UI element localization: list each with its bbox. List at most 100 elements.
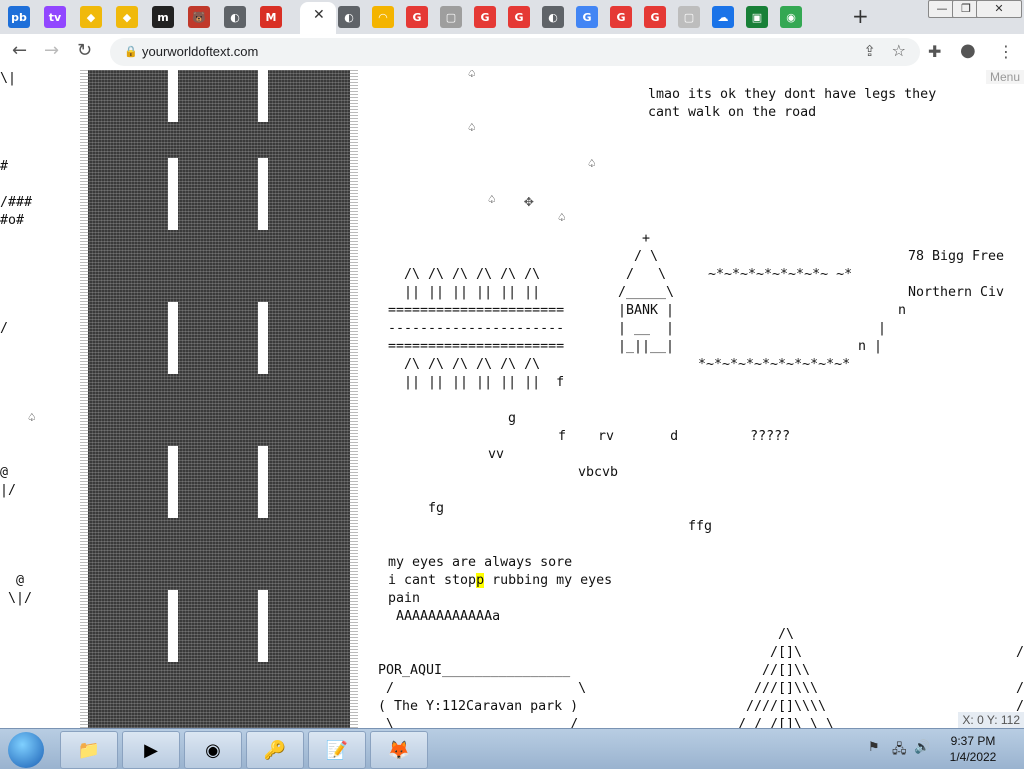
tent-art: /\ /[]\ //[]\\ ///[]\\\ ////[]\\\\ / / /… <box>738 627 835 728</box>
ascii-left-7: @ \|/ <box>8 573 33 606</box>
tab-favicon-16[interactable]: G <box>610 6 632 28</box>
ascii-left-6: @ |/ <box>0 465 17 498</box>
lane-marking <box>258 158 268 230</box>
clock[interactable]: 9:37 PM 1/4/2022 <box>938 733 1008 765</box>
tab-favicon-3[interactable]: ◆ <box>116 6 138 28</box>
ascii-left-2: # <box>0 159 9 174</box>
tab-favicon-18[interactable]: ▢ <box>678 6 700 28</box>
bar-mark: | <box>878 321 887 336</box>
lane-marking <box>258 446 268 518</box>
world-canvas[interactable]: \| # /### #o# / ♤ @ |/ @ \|/ ♤ ♤ ♤ ♤ ♤ ✥… <box>0 70 1024 728</box>
tab-favicon-14[interactable]: ◐ <box>542 6 564 28</box>
move-cursor-icon: ✥ <box>524 191 534 210</box>
close-tab-icon[interactable]: ✕ <box>313 7 325 23</box>
lmao-text: lmao its ok they dont have legs they can… <box>648 87 937 120</box>
spade-3: ♤ <box>588 157 597 172</box>
n-mark-1: n <box>898 303 907 318</box>
tab-favicon-0[interactable]: pb <box>8 6 30 28</box>
browser-toolbar: ← → ↻ 🔒 yourworldoftext.com ⇪ ☆ ✚ ● ⋮ <box>0 34 1024 71</box>
start-button[interactable] <box>8 732 44 768</box>
f-rv-text: f rv d ????? <box>558 429 791 444</box>
bank-building: + / \ / \ /_____\ |BANK | | __ | |_||__| <box>618 231 675 354</box>
eyes-line-2a: i cant stop <box>388 573 477 588</box>
lane-marking <box>168 158 178 230</box>
g-text: g <box>508 411 517 426</box>
road-edge-right <box>350 70 358 728</box>
ascii-left-3: /### #o# <box>0 195 33 228</box>
tab-favicon-19[interactable]: ☁ <box>712 6 734 28</box>
tilde-border-top: ~*~*~*~*~*~*~*~ ~* <box>708 267 853 282</box>
taskbar-app-3[interactable]: 🔑 <box>246 731 304 769</box>
taskbar-app-4[interactable]: 📝 <box>308 731 366 769</box>
lane-marking <box>168 302 178 374</box>
profile-avatar-icon[interactable]: ● <box>960 40 976 61</box>
road-art <box>80 70 358 728</box>
lane-marking <box>168 446 178 518</box>
tab-favicon-15[interactable]: G <box>576 6 598 28</box>
tab-favicon-20[interactable]: ▣ <box>746 6 768 28</box>
tab-favicon-21[interactable]: ◉ <box>780 6 802 28</box>
bigg-text: 78 Bigg Free Northern Civ <box>908 249 1005 300</box>
share-icon[interactable]: ⇪ <box>863 42 876 60</box>
tab-favicon-4[interactable]: m <box>152 6 174 28</box>
lane-marking <box>258 70 268 122</box>
eyes-line-1: my eyes are always sore <box>388 555 573 570</box>
eyes-line-2: i cant stopp rubbing my eyes <box>388 572 612 590</box>
ascii-left-4: / <box>0 321 9 336</box>
menu-dots-icon[interactable]: ⋮ <box>998 42 1014 61</box>
taskbar-app-0[interactable]: 📁 <box>60 731 118 769</box>
clock-time: 9:37 PM <box>950 734 996 748</box>
fg-text: fg <box>428 501 445 516</box>
tab-favicon-13[interactable]: G <box>508 6 530 28</box>
lane-marking <box>258 302 268 374</box>
tab-strip: pb tv ◆ ◆ m 🐻 ◐ M ◐ ◠ G ▢ G G ◐ G G G ▢ ☁ ▣ ◉ ✕ + — ❐ ✕ <box>0 0 1024 34</box>
flag-icon[interactable]: ⚑ <box>868 740 880 755</box>
reload-icon[interactable]: ↻ <box>77 40 92 61</box>
ascii-left-1: \| <box>0 71 17 86</box>
spade-2: ♤ <box>468 121 477 136</box>
cursor-highlight: p <box>476 573 485 588</box>
ffg-text: ffg <box>688 519 713 534</box>
lane-marking <box>168 70 178 122</box>
address-bar[interactable]: 🔒 yourworldoftext.com ⇪ ☆ <box>110 38 920 66</box>
lane-marking <box>258 590 268 662</box>
tab-favicon-17[interactable]: G <box>644 6 666 28</box>
extensions-icon[interactable]: ✚ <box>928 42 941 61</box>
tilde-border-bottom: *~*~*~*~*~*~*~*~*~* <box>698 357 851 372</box>
vbcvb-text: vbcvb <box>578 465 619 480</box>
tab-favicon-6[interactable]: ◐ <box>224 6 246 28</box>
n-mark-2: n | <box>858 339 883 354</box>
tab-favicon-8[interactable]: ◐ <box>338 6 360 28</box>
spade-1: ♤ <box>468 70 477 82</box>
volume-icon[interactable]: 🔊 <box>914 740 930 755</box>
back-icon[interactable]: ← <box>12 40 27 61</box>
coordinates-readout: X: 0 Y: 112 <box>958 712 1024 728</box>
new-tab-button[interactable]: + <box>852 4 869 28</box>
tab-favicon-1[interactable]: tv <box>44 6 66 28</box>
taskbar-app-2[interactable]: ◉ <box>184 731 242 769</box>
tab-favicon-10[interactable]: G <box>406 6 428 28</box>
menu-button[interactable]: Menu <box>985 70 1024 84</box>
ascii-left-5: ♤ <box>28 411 37 426</box>
rail-track: /\ /\ /\ /\ /\ /\ || || || || || || ====… <box>388 267 565 390</box>
network-icon[interactable]: 🖧 <box>892 740 907 762</box>
taskbar-app-1[interactable]: ▶ <box>122 731 180 769</box>
tab-favicon-9[interactable]: ◠ <box>372 6 394 28</box>
tab-favicon-5[interactable]: 🐻 <box>188 6 210 28</box>
right-edge-art: / / / <box>1016 645 1024 714</box>
tab-favicon-2[interactable]: ◆ <box>80 6 102 28</box>
clock-date: 1/4/2022 <box>949 750 997 764</box>
taskbar-app-5[interactable]: 🦊 <box>370 731 428 769</box>
forward-icon[interactable]: → <box>44 40 59 61</box>
tab-favicon-7[interactable]: M <box>260 6 282 28</box>
vv-text: vv <box>488 447 505 462</box>
tab-favicon-12[interactable]: G <box>474 6 496 28</box>
lane-marking <box>168 590 178 662</box>
pain-text: pain AAAAAAAAAAAAa <box>388 591 501 624</box>
tab-favicon-11[interactable]: ▢ <box>440 6 462 28</box>
close-window-button[interactable]: ✕ <box>976 0 1022 18</box>
bookmark-star-icon[interactable]: ☆ <box>892 41 906 60</box>
road-edge-left <box>80 70 88 728</box>
url-text[interactable]: yourworldoftext.com <box>142 44 258 59</box>
lock-icon[interactable]: 🔒 <box>124 45 138 58</box>
